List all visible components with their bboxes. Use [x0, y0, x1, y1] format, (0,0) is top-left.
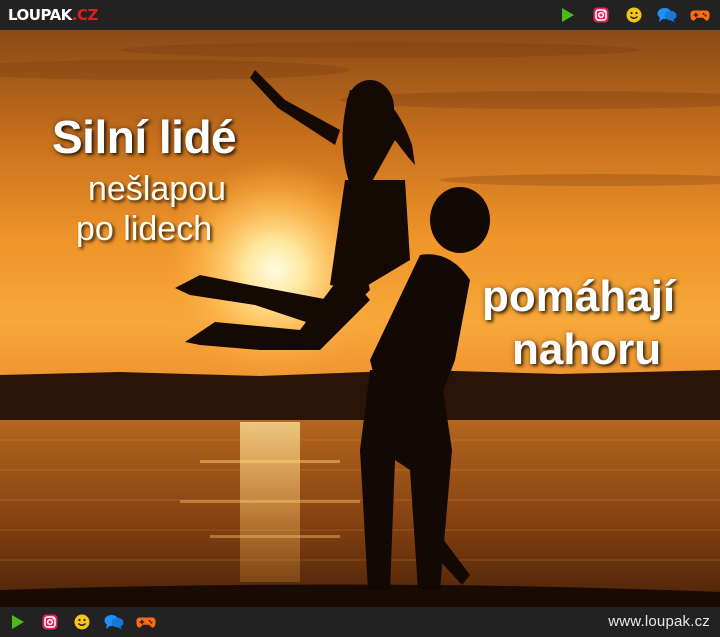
bottom-bar: www.loupak.cz: [0, 607, 720, 637]
play-icon[interactable]: [8, 612, 28, 632]
bottom-icon-row: [8, 612, 168, 632]
instagram-icon[interactable]: [40, 612, 60, 632]
caption-left-line2: po lidech: [76, 210, 213, 248]
meme-image: Silní lidé nešlapou po lidech pomáhají n…: [0, 30, 720, 607]
caption-left-title: Silní lidé: [52, 111, 237, 163]
smiley-icon[interactable]: [624, 5, 644, 25]
instagram-icon[interactable]: [591, 5, 611, 25]
horizon-shore: [0, 370, 720, 422]
logo-tld-text: .CZ: [71, 6, 99, 24]
gamepad-icon[interactable]: [136, 612, 156, 632]
chat-icon[interactable]: [104, 612, 124, 632]
caption-left-line1: nešlapou: [88, 170, 227, 208]
play-icon[interactable]: [558, 5, 578, 25]
top-icon-row: [545, 5, 710, 25]
site-url[interactable]: www.loupak.cz: [608, 613, 710, 630]
smiley-icon[interactable]: [72, 612, 92, 632]
top-bar: LOUPAK.CZ: [0, 0, 720, 30]
chat-icon[interactable]: [657, 5, 677, 25]
caption-right-line2: nahoru: [512, 325, 662, 374]
site-logo[interactable]: LOUPAK.CZ: [8, 5, 98, 25]
lake-water: [0, 420, 720, 607]
gamepad-icon[interactable]: [690, 5, 710, 25]
caption-right-line1: pomáhají: [482, 272, 676, 321]
logo-main-text: LOUPAK: [8, 6, 72, 24]
